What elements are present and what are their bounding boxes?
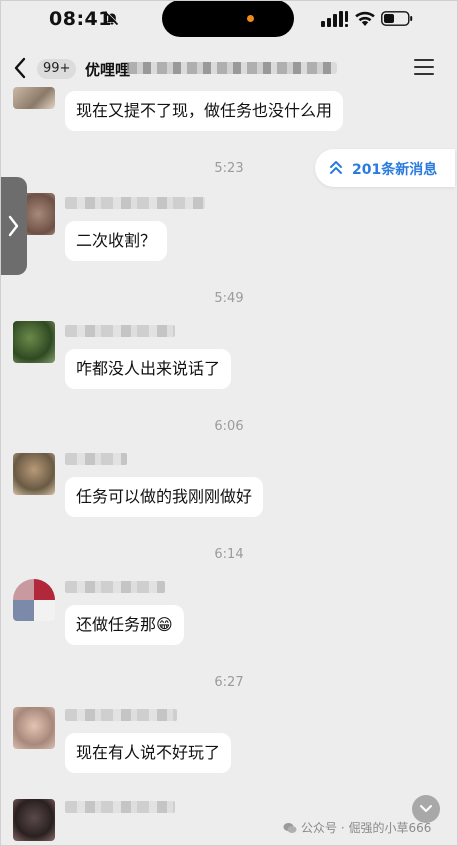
- timestamp: 5:49: [214, 291, 244, 306]
- new-messages-label: 201条新消息: [352, 162, 438, 178]
- timestamp: 6:14: [214, 547, 244, 562]
- blurred-title-area: [127, 62, 337, 74]
- sender-name: [65, 197, 205, 209]
- timestamp: 6:06: [214, 419, 244, 434]
- bell-muted-icon: [105, 12, 119, 26]
- status-time: 08:41: [49, 8, 112, 30]
- avatar[interactable]: [13, 799, 55, 841]
- menu-icon[interactable]: [413, 58, 435, 76]
- new-messages-button[interactable]: 201条新消息: [315, 149, 455, 187]
- avatar[interactable]: [13, 87, 55, 109]
- back-chevron-icon[interactable]: [13, 57, 27, 79]
- side-chevron-icon: [8, 215, 19, 237]
- sender-name: [65, 581, 165, 593]
- message-bubble[interactable]: 现在有人说不好玩了: [65, 733, 232, 773]
- avatar[interactable]: [13, 453, 55, 495]
- message-bubble[interactable]: 还做任务那😁: [65, 605, 184, 645]
- message-bubble[interactable]: 二次收割？: [65, 221, 168, 261]
- avatar[interactable]: [13, 579, 55, 621]
- phone-screen: 08:41 99+ 优哩哩 现在又提不了现，做任务也没什么用 5:23 二次收割…: [0, 0, 458, 846]
- unread-badge[interactable]: 99+: [37, 59, 77, 79]
- chat-header: 99+ 优哩哩: [1, 45, 457, 89]
- dynamic-island: [162, 1, 294, 37]
- message-bubble[interactable]: 咋都没人出来说话了: [65, 349, 232, 389]
- message-bubble[interactable]: 任务可以做的我刚刚做好: [65, 477, 264, 517]
- double-chevron-up-icon: [330, 161, 342, 174]
- sender-name: [65, 325, 175, 337]
- sender-name: [65, 709, 177, 721]
- sender-name: [65, 801, 175, 813]
- scroll-down-icon: [420, 805, 432, 812]
- wechat-icon: [283, 823, 297, 833]
- battery-icon: [381, 11, 413, 26]
- wifi-icon: [355, 11, 375, 26]
- message-bubble[interactable]: 现在又提不了现，做任务也没什么用: [65, 91, 344, 131]
- side-pull-tab[interactable]: [1, 177, 27, 275]
- status-bar: 08:41: [1, 1, 457, 37]
- timestamp: 6:27: [214, 675, 244, 690]
- chat-title: 优哩哩: [85, 61, 131, 79]
- signal-icon: [321, 11, 348, 27]
- avatar[interactable]: [13, 707, 55, 749]
- avatar[interactable]: [13, 321, 55, 363]
- partial-message-bubble[interactable]: [75, 831, 245, 845]
- sender-name: [65, 453, 127, 465]
- privacy-indicator: [247, 15, 254, 22]
- watermark: 公众号 · 倔强的小草666: [301, 821, 432, 835]
- message-list[interactable]: 现在又提不了现，做任务也没什么用 5:23 二次收割？ 5:49 咋都没人出来说…: [1, 87, 457, 845]
